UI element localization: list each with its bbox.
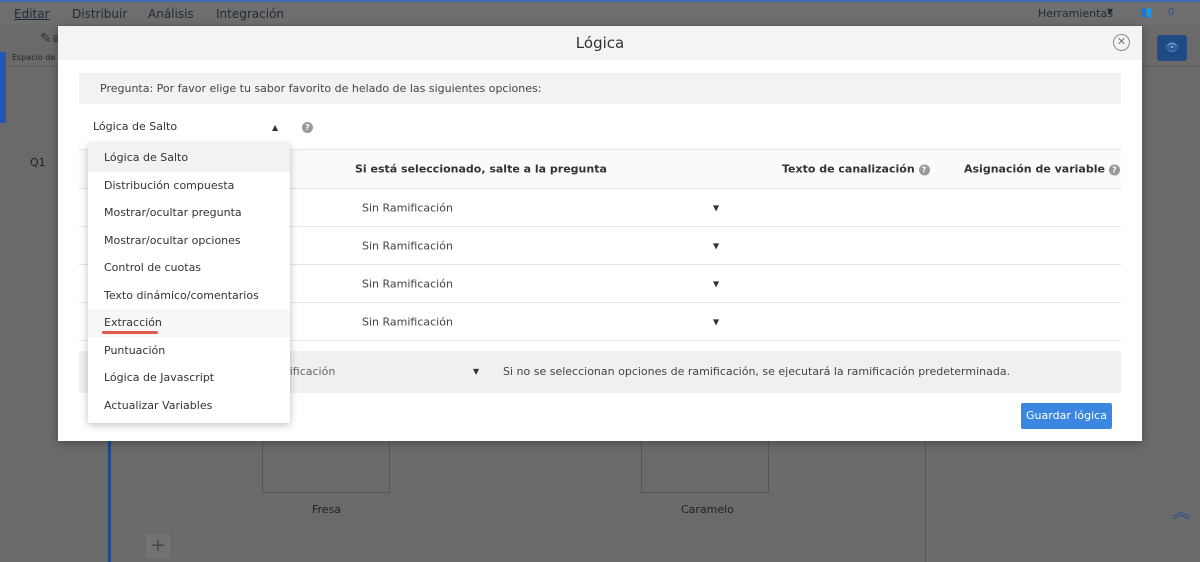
jump-select[interactable]: Sin Ramificación <box>362 277 453 290</box>
chevron-down-icon[interactable]: ▼ <box>713 241 719 250</box>
chevron-down-icon[interactable]: ▼ <box>473 367 479 376</box>
jump-select[interactable]: Sin Ramificación <box>362 201 453 214</box>
option-label: Caramelo <box>681 503 734 516</box>
menu-item[interactable]: Control de cuotas <box>88 254 290 282</box>
option-label: Fresa <box>312 503 342 516</box>
chevron-down-icon: ▼ <box>1107 7 1114 16</box>
nav-editar[interactable]: Editar <box>14 7 50 21</box>
workspace-label: Espacio de <box>12 53 56 62</box>
chevron-down-icon[interactable]: ▼ <box>713 279 719 288</box>
highlight-underline <box>102 331 158 334</box>
nav-integracion[interactable]: Integración <box>216 7 284 21</box>
menu-item[interactable]: Actualizar Variables <box>88 392 290 420</box>
chevron-down-icon[interactable]: ▼ <box>713 317 719 326</box>
menu-item[interactable]: Lógica de Salto <box>88 144 290 172</box>
jump-select[interactable]: Sin Ramificación <box>362 239 453 252</box>
question-text: Pregunta: Por favor elige tu sabor favor… <box>79 73 1121 104</box>
menu-item[interactable]: Mostrar/ocultar opciones <box>88 227 290 255</box>
users-icon[interactable]: 👥 <box>1140 7 1152 18</box>
menu-item[interactable]: Distribución compuesta <box>88 172 290 200</box>
add-button[interactable]: + <box>146 534 170 558</box>
logic-type-menu: Lógica de Salto Distribución compuesta M… <box>88 144 290 423</box>
menu-item[interactable]: Mostrar/ocultar pregunta <box>88 199 290 227</box>
modal-title: Lógica <box>58 26 1142 60</box>
jump-select[interactable]: Sin Ramificación <box>362 315 453 328</box>
header-variable: Asignación de variable ? <box>964 163 1120 176</box>
default-note: Si no se seleccionan opciones de ramific… <box>503 365 1011 378</box>
close-icon[interactable]: ✕ <box>1113 34 1130 51</box>
chevron-down-icon[interactable]: ▼ <box>713 203 719 212</box>
top-nav: Editar Distribuir Análisis Integración H… <box>0 0 1200 25</box>
save-logic-button[interactable]: Guardar lógica <box>1021 403 1112 429</box>
nav-analisis[interactable]: Análisis <box>148 7 194 21</box>
menu-item-extraccion[interactable]: Extracción <box>88 309 290 337</box>
side-indicator <box>0 52 6 123</box>
caret-up-icon[interactable]: ▲ <box>272 123 278 132</box>
logic-type-select[interactable]: Lógica de Salto <box>93 120 177 133</box>
menu-item[interactable]: Puntuación <box>88 337 290 365</box>
menu-item-label: Extracción <box>104 316 162 329</box>
header-piping: Texto de canalización ? <box>782 163 930 176</box>
header-jump: Si está seleccionado, salte a la pregunt… <box>355 162 607 176</box>
nav-distribuir[interactable]: Distribuir <box>72 7 127 21</box>
help-icon[interactable]: ? <box>302 122 313 133</box>
menu-item[interactable]: Texto dinámico/comentarios <box>88 282 290 310</box>
scroll-top-icon[interactable]: ︽ <box>1172 498 1190 524</box>
collab-count: 0 <box>1168 7 1175 18</box>
tools-menu[interactable]: Herramientas <box>1038 7 1113 20</box>
menu-item[interactable]: Lógica de Javascript <box>88 364 290 392</box>
preview-button[interactable]: 👁 <box>1157 35 1187 61</box>
question-number: Q1 <box>30 156 46 169</box>
